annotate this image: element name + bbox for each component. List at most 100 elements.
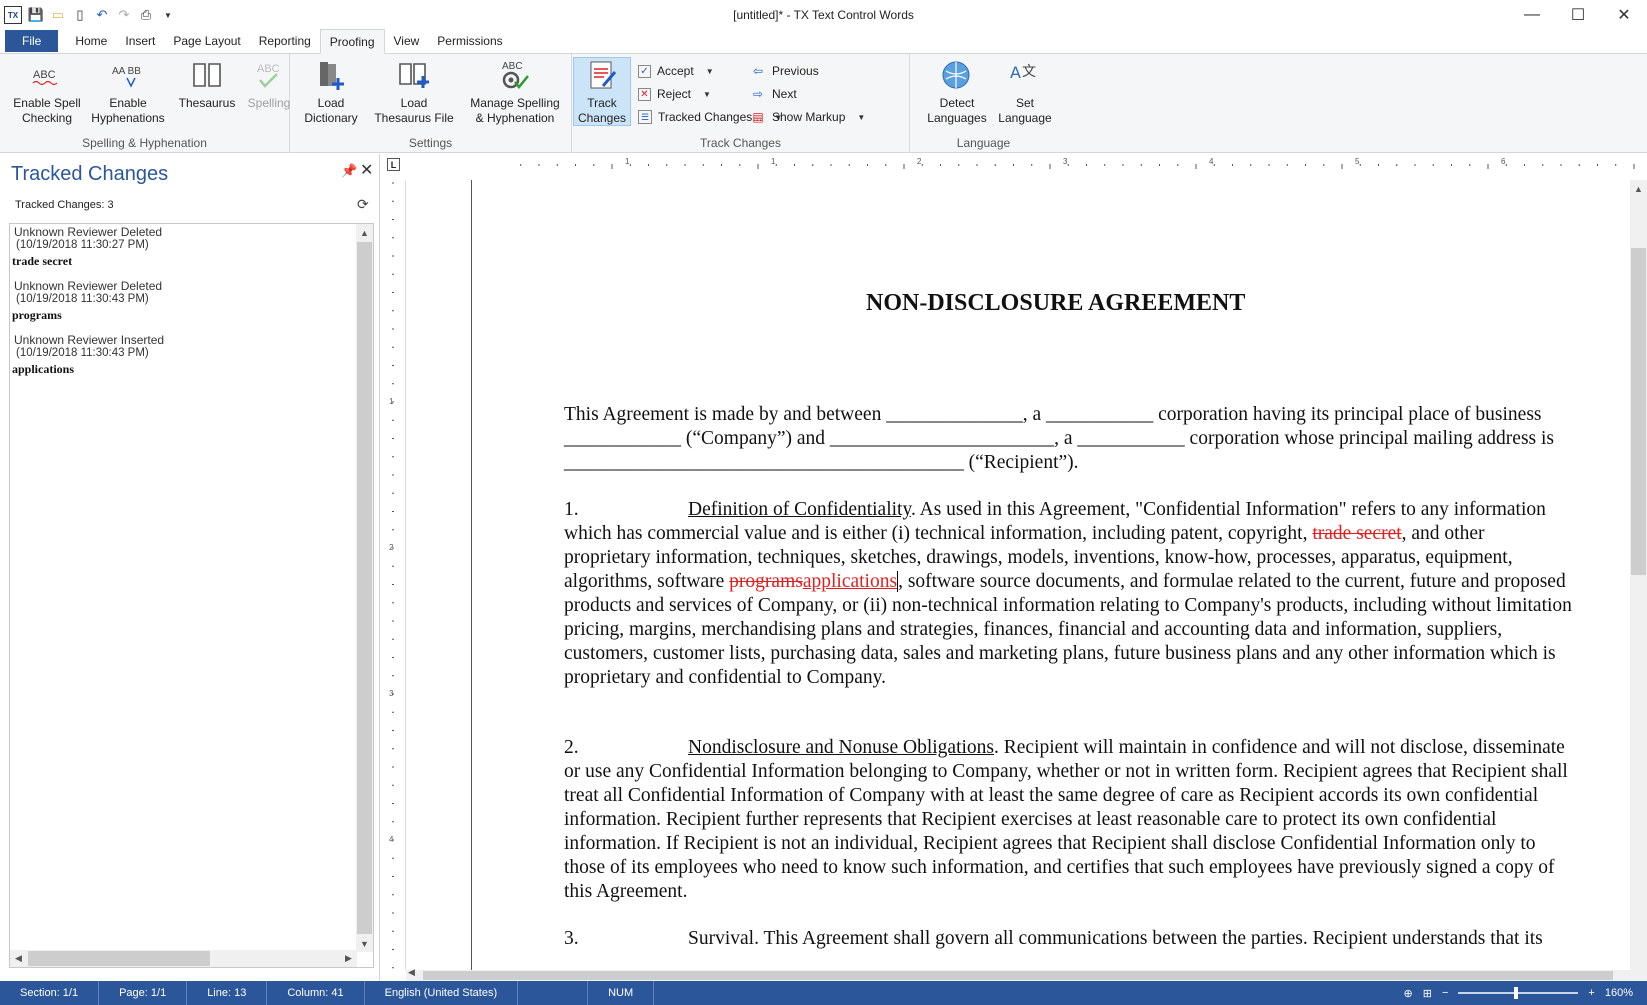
ruler-number: 1 — [625, 157, 630, 166]
scroll-thumb[interactable] — [423, 971, 1613, 980]
horizontal-ruler[interactable]: 1 1 2 3 4 5 6 — [475, 156, 1645, 173]
enable-spell-checking-button[interactable]: ABC Enable Spell Checking — [8, 58, 86, 126]
open-folder-icon[interactable]: ▭ — [50, 7, 66, 23]
scroll-left-icon[interactable]: ◀ — [10, 950, 27, 967]
minimize-button[interactable]: — — [1509, 0, 1555, 30]
list-item[interactable]: Unknown Reviewer Inserted (10/19/2018 11… — [12, 334, 342, 377]
horizontal-ruler-ticks: 1 1 2 3 4 5 6 — [520, 157, 1635, 169]
section-1-line-2: which has commercial value and is either… — [564, 521, 1629, 546]
undo-icon[interactable]: ↶ — [94, 7, 110, 23]
tab-stop-selector-icon[interactable]: L — [387, 158, 400, 171]
section-number: 1. — [564, 499, 579, 520]
set-language-button[interactable]: A文 Set Language — [996, 58, 1054, 126]
load-dictionary-button[interactable]: Load Dictionary — [294, 58, 368, 126]
tab-page-layout[interactable]: Page Layout — [164, 29, 249, 53]
load-thesaurus-file-button[interactable]: Load Thesaurus File — [368, 58, 460, 126]
tracked-changes-label: Tracked Changes... — [658, 110, 763, 124]
scroll-up-icon[interactable]: ▲ — [356, 224, 373, 241]
tab-proofing[interactable]: Proofing — [319, 29, 385, 54]
save-icon[interactable]: 💾 — [28, 7, 44, 23]
thesaurus-label: Thesaurus — [178, 96, 236, 110]
deleted-text[interactable]: programs — [729, 571, 803, 592]
app-logo[interactable]: TX — [4, 6, 22, 24]
tab-view[interactable]: View — [385, 29, 429, 53]
previous-icon: ⇦ — [752, 64, 764, 78]
new-document-icon[interactable]: ▯ — [72, 7, 88, 23]
zoom-slider[interactable] — [1458, 987, 1579, 999]
tab-reporting[interactable]: Reporting — [250, 29, 320, 53]
inserted-text[interactable]: applications — [803, 571, 897, 592]
ruler-number: 3 — [389, 689, 394, 698]
load-dictionary-icon — [314, 58, 348, 92]
section-heading: Definition of Confidentiality — [688, 499, 911, 520]
scroll-down-icon[interactable]: ▼ — [356, 935, 373, 952]
tracked-changes-list[interactable]: Unknown Reviewer Deleted (10/19/2018 11:… — [9, 223, 374, 968]
tab-permissions[interactable]: Permissions — [428, 29, 511, 53]
zoom-level[interactable]: 160% — [1605, 987, 1633, 999]
document-page[interactable]: NON-DISCLOSURE AGREEMENT This Agreement … — [472, 180, 1629, 970]
document-area: L 1 1 2 3 4 5 6 1 2 3 4 NON-DISCLOSURE AGREEMENT … — [381, 154, 1647, 981]
list-item[interactable]: Unknown Reviewer Deleted (10/19/2018 11:… — [12, 226, 342, 269]
accept-dropdown-icon[interactable]: ▼ — [706, 67, 714, 76]
zoom-in-icon[interactable]: + — [1588, 987, 1594, 999]
pane-vertical-scrollbar[interactable]: ▲ ▼ — [356, 224, 373, 952]
zoom-slider-thumb[interactable] — [1514, 987, 1519, 999]
section-1-line-3: proprietary information, techniques, ske… — [564, 547, 1513, 568]
scroll-thumb[interactable] — [28, 951, 210, 966]
redo-icon[interactable]: ↷ — [116, 7, 132, 23]
list-item[interactable]: Unknown Reviewer Deleted (10/19/2018 11:… — [12, 280, 342, 323]
scroll-up-icon[interactable]: ▲ — [1630, 180, 1647, 197]
maximize-button[interactable]: ☐ — [1555, 0, 1601, 30]
section-1-line-8: proprietary and confidential to Company. — [564, 667, 887, 688]
previous-button[interactable]: ⇦ Previous — [750, 61, 819, 81]
accept-button[interactable]: ✓ Accept ▼ — [638, 61, 714, 81]
reject-icon: ✕ — [638, 87, 651, 101]
detect-languages-button[interactable]: Detect Languages — [922, 58, 992, 126]
document-horizontal-scrollbar[interactable]: ◀ — [406, 967, 1647, 981]
deleted-text[interactable]: trade secret — [1312, 523, 1401, 544]
enable-spell-label-1: Enable Spell — [13, 96, 81, 110]
ruler-number: 4 — [389, 835, 394, 844]
show-markup-button[interactable]: ▤ Show Markup ▼ — [750, 107, 865, 127]
thesaurus-button[interactable]: Thesaurus — [172, 58, 242, 111]
show-markup-icon: ▤ — [752, 110, 764, 124]
reject-dropdown-icon[interactable]: ▼ — [703, 90, 711, 99]
window-title: [untitled]* - TX Text Control Words — [733, 8, 914, 22]
scroll-right-icon[interactable]: ▶ — [340, 950, 357, 967]
enable-hyphenations-button[interactable]: AA BB Enable Hyphenations — [86, 58, 170, 126]
change-text: programs — [12, 308, 62, 322]
zoom-controls: ⊕ ⊞ − + 160% — [1404, 981, 1647, 1005]
group-label-spelling: Spelling & Hyphenation — [82, 136, 207, 150]
reject-button[interactable]: ✕ Reject ▼ — [638, 84, 711, 104]
scroll-thumb[interactable] — [357, 242, 372, 934]
scroll-left-icon[interactable]: ◀ — [408, 967, 415, 978]
document-vertical-scrollbar[interactable]: ▲ — [1630, 180, 1647, 971]
tab-file[interactable]: File — [5, 30, 59, 52]
next-button[interactable]: ⇨ Next — [750, 84, 797, 104]
section-heading: Survival — [688, 928, 755, 949]
show-markup-label: Show Markup — [772, 110, 846, 124]
track-changes-button[interactable]: Track Changes — [573, 57, 631, 126]
track-changes-icon — [585, 58, 619, 92]
scroll-thumb[interactable] — [1631, 248, 1646, 575]
customize-qat-icon[interactable]: ▼ — [160, 7, 176, 23]
track-label-1: Track — [587, 96, 617, 110]
fit-page-icon[interactable]: ⊕ — [1404, 987, 1413, 1000]
quick-access-toolbar: TX 💾 ▭ ▯ ↶ ↷ ⎙ ▼ — [0, 0, 176, 30]
tab-insert[interactable]: Insert — [116, 29, 164, 53]
status-language[interactable]: English (United States) — [365, 981, 519, 1005]
show-markup-dropdown-icon[interactable]: ▼ — [857, 113, 865, 122]
close-window-button[interactable]: ✕ — [1601, 0, 1647, 30]
print-icon[interactable]: ⎙ — [138, 7, 154, 23]
refresh-icon[interactable]: ⟳ — [357, 196, 369, 213]
manage-spelling-hyphenation-button[interactable]: ABC Manage Spelling & Hyphenation — [460, 58, 570, 126]
vertical-ruler[interactable]: 1 2 3 4 — [381, 179, 406, 974]
change-text: applications — [12, 362, 75, 376]
zoom-out-icon[interactable]: − — [1442, 987, 1448, 999]
close-pane-icon[interactable]: ✕ — [360, 160, 373, 180]
fit-width-icon[interactable]: ⊞ — [1423, 987, 1432, 1000]
group-label-settings: Settings — [408, 136, 453, 150]
pane-horizontal-scrollbar[interactable]: ◀ ▶ — [10, 950, 357, 967]
tab-home[interactable]: Home — [66, 29, 116, 53]
pin-icon[interactable]: 📌 — [341, 163, 357, 179]
